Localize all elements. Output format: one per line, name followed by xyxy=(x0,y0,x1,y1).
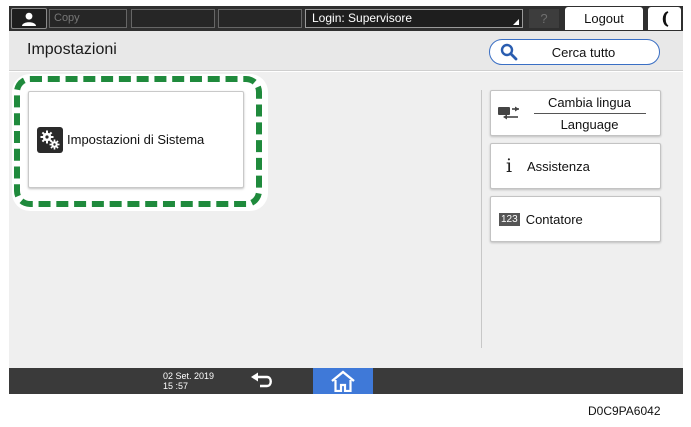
date-text: 02 Set. 2019 xyxy=(163,371,215,381)
divider xyxy=(481,90,482,348)
figure-code: D0C9PA6042 xyxy=(588,404,661,418)
function-slot-copy[interactable]: Copy xyxy=(49,9,127,28)
assistance-button[interactable]: i Assistenza xyxy=(490,143,661,189)
assistance-label: Assistenza xyxy=(527,158,590,174)
time-text: 15 :57 xyxy=(163,381,189,391)
date-time: 02 Set. 2019 15 :57 xyxy=(163,371,214,391)
corner-arrow-icon xyxy=(513,19,519,25)
user-icon[interactable] xyxy=(11,8,47,29)
energy-saver-button[interactable] xyxy=(648,7,681,30)
bottom-bar: 02 Set. 2019 15 :57 xyxy=(9,368,683,394)
search-all-button[interactable]: Cerca tutto xyxy=(489,39,660,65)
change-language-button[interactable]: Cambia lingua Language xyxy=(490,90,661,136)
function-slot-3[interactable] xyxy=(218,9,302,28)
login-status[interactable]: Login: Supervisore xyxy=(305,9,523,28)
back-button[interactable] xyxy=(245,370,281,392)
info-icon: i xyxy=(505,155,513,177)
change-language-label: Cambia lingua xyxy=(547,94,632,110)
header: Impostazioni Cerca tutto xyxy=(9,31,683,71)
language-switch-icon xyxy=(491,104,527,122)
counter-button[interactable]: 123 Contatore xyxy=(490,196,661,242)
search-all-label: Cerca tutto xyxy=(551,44,616,60)
label-divider xyxy=(533,112,646,114)
function-slot-2[interactable] xyxy=(131,9,215,28)
page-title: Impostazioni xyxy=(27,41,117,58)
home-button[interactable] xyxy=(313,368,373,394)
top-bar: Copy Login: Supervisore ? Logout xyxy=(9,6,683,31)
system-settings-label: Impostazioni di Sistema xyxy=(67,132,205,147)
moon-icon xyxy=(662,10,668,27)
gears-icon xyxy=(37,126,63,153)
system-settings-button[interactable]: Impostazioni di Sistema xyxy=(28,91,244,188)
counter-icon: 123 xyxy=(499,212,520,226)
language-label: Language xyxy=(560,116,619,132)
back-arrow-icon xyxy=(251,372,272,388)
search-icon xyxy=(496,43,522,61)
login-label: Login: Supervisore xyxy=(312,11,413,25)
help-button[interactable]: ? xyxy=(529,9,559,28)
counter-label: Contatore xyxy=(525,211,583,227)
home-icon xyxy=(331,370,355,392)
logout-button[interactable]: Logout xyxy=(565,7,643,30)
